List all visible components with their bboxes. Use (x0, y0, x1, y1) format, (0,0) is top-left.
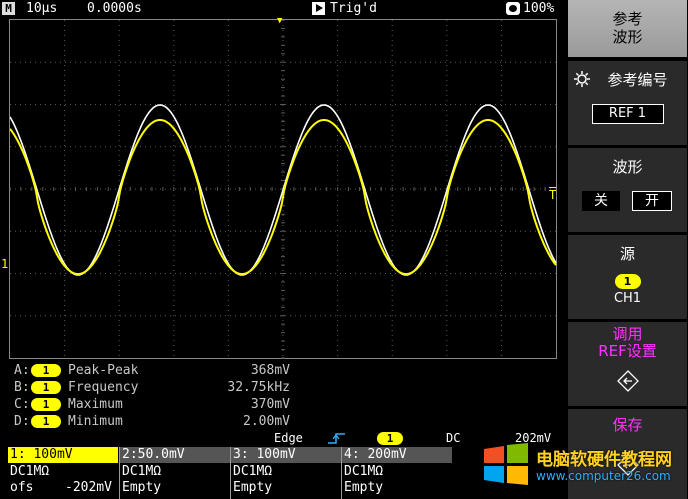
source-channel-name: CH1 (613, 291, 642, 306)
delay-readout: 0.0000s (87, 1, 142, 16)
windows-logo-icon (484, 443, 528, 485)
adjust-knob-icon (574, 71, 590, 87)
waveform-graticule (10, 20, 557, 359)
channel-header: 2:50.0mV (120, 447, 230, 463)
timebase-readout: 10µs (26, 1, 58, 16)
recall-label-line1: 调用 (612, 325, 643, 343)
channel-status: Empty (344, 480, 384, 495)
source-label: 源 (619, 245, 635, 263)
trigger-source-badge: 1 (377, 432, 403, 445)
channel-badge: 1 (31, 381, 61, 394)
rising-edge-icon (328, 433, 345, 444)
menu-title-line: 波形 (612, 28, 643, 46)
measurement-name: Minimum (68, 414, 123, 429)
source-channel-badge: 1 (614, 274, 641, 289)
softkey-menu: 参考 波形 参考编号 REF 1 波形 关 开 源 1 CH1 调用 REF设置… (567, 0, 688, 499)
channel-badge: 1 (31, 398, 61, 411)
channel-coupling: DC1MΩ (344, 464, 384, 479)
battery-icon (506, 2, 520, 15)
menu-title-line: 参考 (612, 10, 643, 28)
mode-icon: M (2, 2, 15, 15)
status-bar: M 10µs 0.0000s Trig'd 100% (0, 0, 567, 18)
trigger-status: Trig'd (330, 1, 377, 16)
recall-ref-setup-key[interactable]: 调用 REF设置 (568, 322, 687, 406)
channel1-info[interactable]: 1: 100mV DC1MΩ ofs -202mV (8, 447, 118, 499)
channel-badge: 1 (31, 364, 61, 377)
trigger-coupling: DC (446, 431, 461, 445)
waveform-on-option[interactable]: 开 (632, 191, 672, 211)
channel2-info[interactable]: 2:50.0mV DC1MΩ Empty (119, 447, 230, 499)
measurement-value: 32.75kHz (227, 380, 290, 395)
channel-coupling: DC1MΩ (122, 464, 162, 479)
measurement-value: 2.00mV (243, 414, 290, 429)
channel3-info[interactable]: 3: 100mV DC1MΩ Empty (230, 447, 341, 499)
waveform-toggle-key[interactable]: 波形 关 开 (568, 148, 687, 232)
measurement-value: 370mV (250, 397, 290, 412)
waveform-display[interactable] (9, 19, 557, 359)
channel1-marker: 1 (1, 257, 9, 271)
channel-coupling: DC1MΩ (233, 464, 273, 479)
save-label: 保存 (612, 416, 643, 434)
recall-label-line2: REF设置 (598, 342, 657, 360)
measurement-name: Peak-Peak (68, 363, 139, 378)
trigger-position-marker: ▼ (277, 16, 283, 26)
channel-offset: ofs -202mV (8, 479, 118, 495)
trigger-level-marker: T (549, 188, 557, 202)
measurement-slot: B: (14, 380, 30, 395)
ref-number-label: 参考编号 (607, 71, 668, 89)
menu-title: 参考 波形 (568, 0, 687, 57)
channel-status: Empty (122, 480, 162, 495)
watermark-title: 电脑软硬件教程网 (536, 450, 672, 470)
channel-coupling: DC1MΩ (10, 464, 50, 479)
channel4-info[interactable]: 4: 200mV DC1MΩ Empty (341, 447, 452, 499)
measurement-name: Maximum (68, 397, 123, 412)
measurement-slot: C: (14, 397, 30, 412)
ref-number-value: REF 1 (591, 104, 664, 124)
waveform-label: 波形 (612, 158, 643, 176)
channel-badge: 1 (31, 415, 61, 428)
battery-level: 100% (523, 1, 555, 16)
enter-arrow-icon (616, 370, 639, 392)
measurement-value: 368mV (250, 363, 290, 378)
waveform-off-option[interactable]: 关 (582, 191, 620, 211)
ref-number-key[interactable]: 参考编号 REF 1 (568, 61, 687, 145)
run-state-icon (312, 2, 325, 15)
channel-header: 1: 100mV (8, 447, 118, 463)
offset-label: ofs (10, 480, 34, 495)
watermark: 电脑软硬件教程网 www.computer26.com (480, 441, 688, 499)
measurement-slot: A: (14, 363, 30, 378)
measurement-name: Frequency (68, 380, 139, 395)
measurement-slot: D: (14, 414, 30, 429)
channel-header: 3: 100mV (231, 447, 341, 463)
channel-status: Empty (233, 480, 273, 495)
watermark-url: www.computer26.com (536, 469, 671, 483)
source-key[interactable]: 源 1 CH1 (568, 235, 687, 319)
channel-header: 4: 200mV (342, 447, 452, 463)
offset-value: -202mV (65, 480, 112, 495)
trigger-type: Edge (274, 431, 303, 445)
